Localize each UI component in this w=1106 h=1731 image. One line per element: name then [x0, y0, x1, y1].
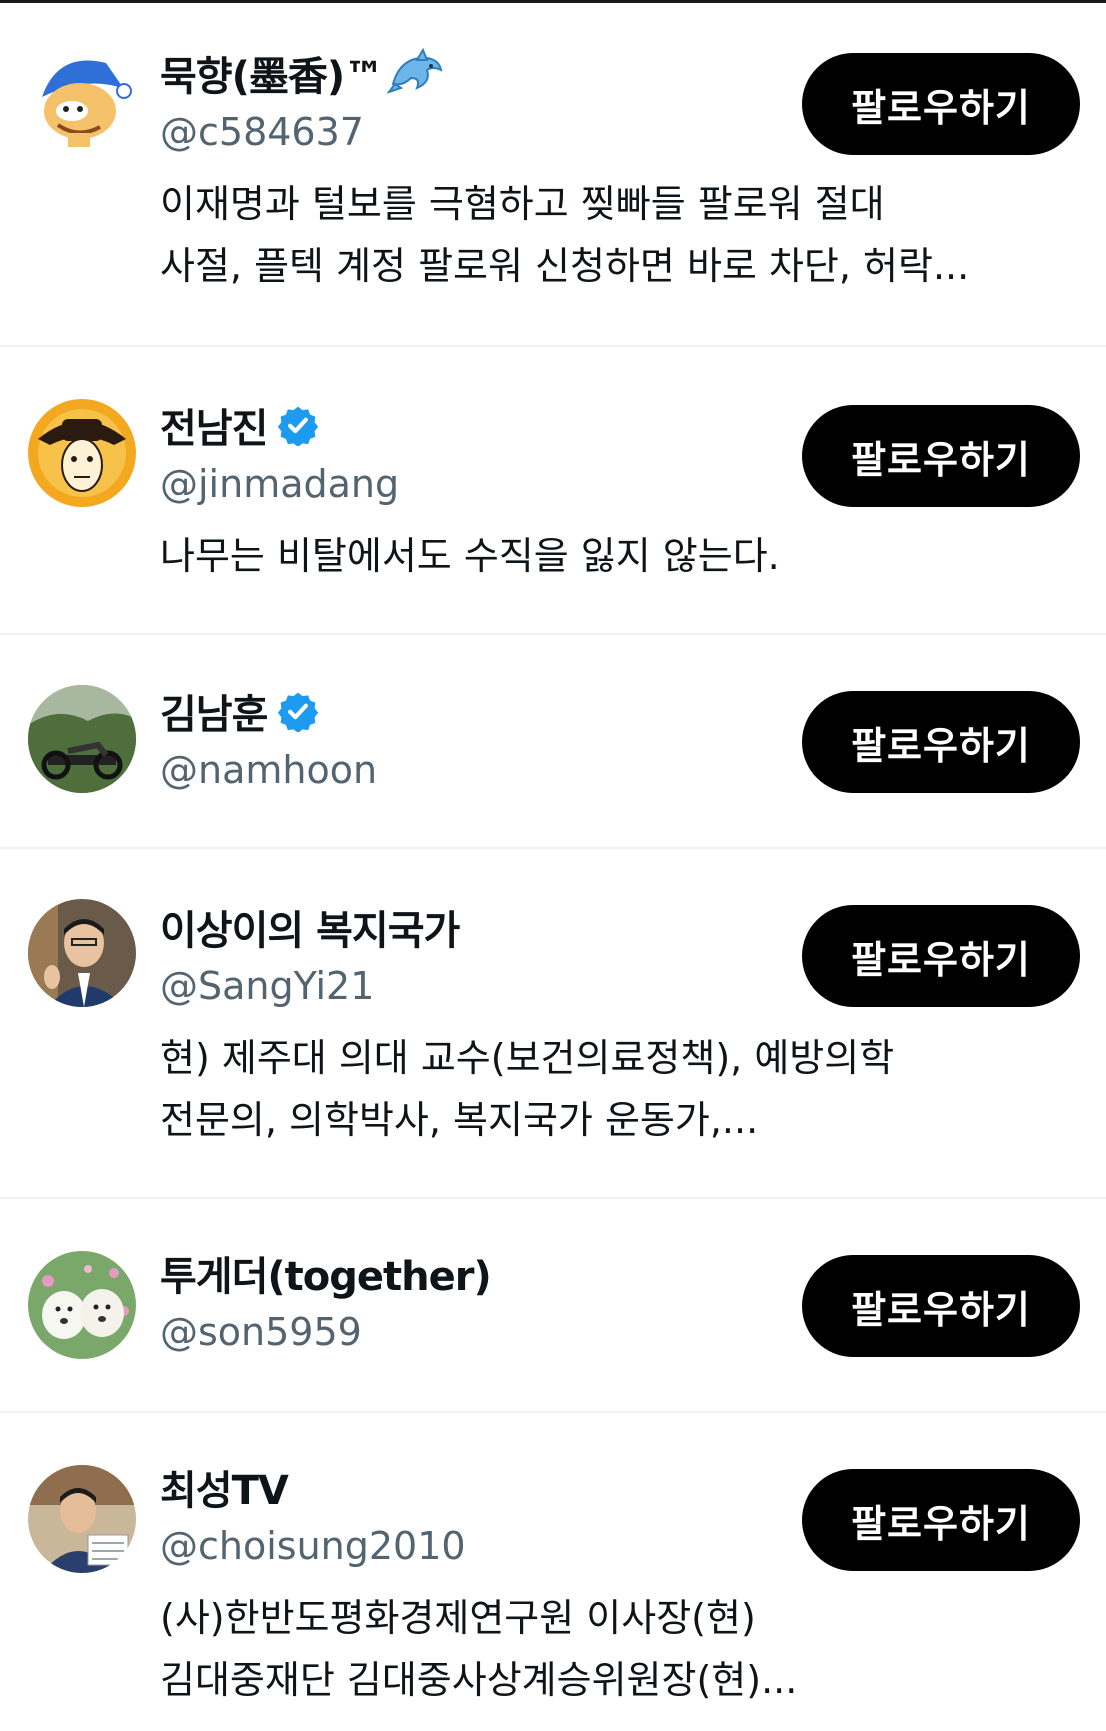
avatar[interactable] [28, 899, 136, 1007]
display-name[interactable]: 투게더(together) [160, 1244, 492, 1302]
verified-badge-icon [278, 406, 319, 446]
display-name[interactable]: 최성TV [160, 1458, 289, 1516]
verified-badge-icon [278, 692, 319, 732]
avatar[interactable] [28, 685, 136, 793]
follow-suggestion-list: 묵향(墨香)™ @c584637 이재명과 털보를 극혐하고 찢빠들 팔로워 절… [0, 3, 1106, 1731]
display-name[interactable]: 이상이의 복지국가 [160, 898, 460, 956]
follow-button[interactable]: 팔로우하기 [802, 405, 1080, 507]
display-name[interactable]: 묵향(墨香)™ [160, 44, 384, 102]
bio-line: 김대중재단 김대중사상계승위원장(현)... [160, 1658, 798, 1702]
follow-button[interactable]: 팔로우하기 [802, 905, 1080, 1007]
follow-button[interactable]: 팔로우하기 [802, 1255, 1080, 1357]
user-bio: 이재명과 털보를 극혐하고 찢빠들 팔로워 절대 사절, 플텍 계정 팔로워 신… [160, 173, 1070, 297]
user-bio: 현) 제주대 의대 교수(보건의료정책), 예방의학 전문의, 의학박사, 복지… [160, 1027, 1070, 1151]
display-name[interactable]: 전남진 [160, 396, 268, 454]
follow-button[interactable]: 팔로우하기 [802, 53, 1080, 155]
user-row[interactable]: 묵향(墨香)™ @c584637 이재명과 털보를 극혐하고 찢빠들 팔로워 절… [0, 3, 1106, 347]
avatar[interactable] [28, 399, 136, 507]
bio-line: 사절, 플텍 계정 팔로워 신청하면 바로 차단, 허락... [160, 244, 970, 288]
avatar[interactable] [28, 45, 136, 153]
avatar[interactable] [28, 1251, 136, 1359]
bio-line: 나무는 비탈에서도 수직을 잃지 않는다. [160, 534, 780, 578]
bio-line: (사)한반도평화경제연구원 이사장(현) [160, 1596, 756, 1640]
user-row[interactable]: 전남진 @jinmadang 나무는 비탈에서도 수직을 잃지 않는다. 팔로우… [0, 347, 1106, 635]
user-bio: (사)한반도평화경제연구원 이사장(현) 김대중재단 김대중사상계승위원장(현)… [160, 1587, 1070, 1711]
user-bio: 나무는 비탈에서도 수직을 잃지 않는다. [160, 525, 1070, 587]
bio-line: 전문의, 의학박사, 복지국가 운동가,... [160, 1098, 759, 1142]
follow-button[interactable]: 팔로우하기 [802, 1469, 1080, 1571]
user-row[interactable]: 최성TV @choisung2010 (사)한반도평화경제연구원 이사장(현) … [0, 1413, 1106, 1731]
user-row[interactable]: 투게더(together) @son5959 팔로우하기 [0, 1199, 1106, 1413]
bio-line: 이재명과 털보를 극혐하고 찢빠들 팔로워 절대 [160, 182, 885, 226]
user-row[interactable]: 김남훈 @namhoon 팔로우하기 [0, 635, 1106, 849]
avatar[interactable] [28, 1465, 136, 1573]
follow-button[interactable]: 팔로우하기 [802, 691, 1080, 793]
user-row[interactable]: 이상이의 복지국가 @SangYi21 현) 제주대 의대 교수(보건의료정책)… [0, 849, 1106, 1199]
bio-line: 현) 제주대 의대 교수(보건의료정책), 예방의학 [160, 1036, 895, 1080]
dolphin-icon [387, 48, 443, 94]
display-name[interactable]: 김남훈 [160, 682, 268, 740]
